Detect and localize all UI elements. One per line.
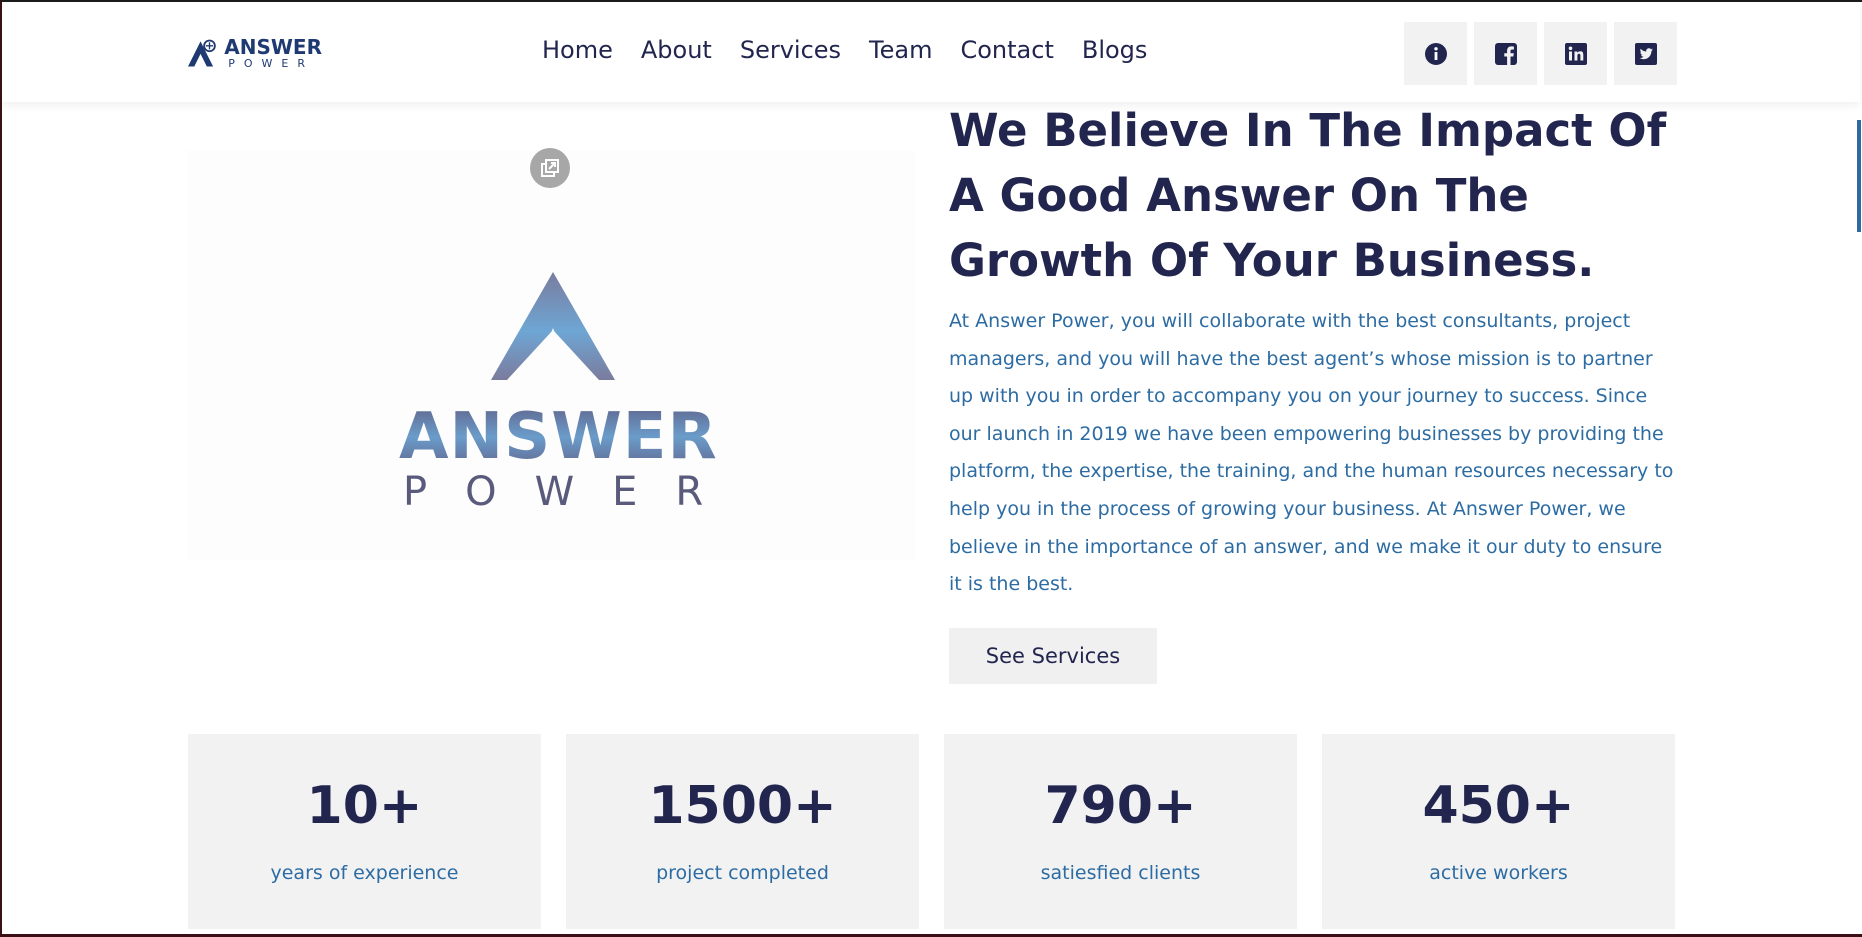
hero-logo-word: ANSWER [399,400,718,474]
facebook-button[interactable] [1474,22,1537,85]
stat-card: 790+ satiesfied clients [944,734,1297,929]
hero-logo-mark [491,272,615,380]
stat-value: 1500+ [648,776,837,836]
stat-card: 10+ years of experience [188,734,541,929]
facebook-icon [1494,42,1517,65]
linkedin-icon [1564,42,1587,65]
site-header: ANSWER POWER Home About Services Team Co… [2,2,1860,102]
nav-about[interactable]: About [641,36,712,64]
stats-section: 10+ years of experience 1500+ project co… [188,734,1675,929]
stat-value: 790+ [1044,776,1197,836]
linkedin-button[interactable] [1544,22,1607,85]
hero-description: At Answer Power, you will collaborate wi… [949,310,1674,596]
stat-value: 450+ [1422,776,1575,836]
logo-mark-icon [188,39,216,67]
hero-title: We Believe In The Impact Of A Good Answe… [949,104,1667,287]
nav-services[interactable]: Services [740,36,841,64]
external-link-icon [541,159,559,177]
stat-card: 450+ active workers [1322,734,1675,929]
stat-label: years of experience [270,862,459,884]
info-button[interactable] [1404,22,1467,85]
scrollbar-thumb[interactable] [1857,120,1861,232]
nav-contact[interactable]: Contact [960,36,1053,64]
social-links [1404,22,1677,85]
twitter-icon [1634,42,1657,65]
stat-label: project completed [656,862,829,884]
stat-label: satiesfied clients [1040,862,1201,884]
external-link-button[interactable] [530,148,570,188]
logo-subword: POWER [228,57,315,70]
nav-team[interactable]: Team [869,36,932,64]
stat-card: 1500+ project completed [566,734,919,929]
twitter-button[interactable] [1614,22,1677,85]
nav-home[interactable]: Home [542,36,613,64]
site-logo[interactable]: ANSWER POWER [188,34,322,72]
logo-word: ANSWER [224,35,322,59]
hero-logo-subword: POWER [403,469,742,515]
info-icon [1424,42,1447,65]
stat-value: 10+ [306,776,423,836]
see-services-button[interactable]: See Services [949,628,1157,684]
nav-blogs[interactable]: Blogs [1082,36,1148,64]
main-nav: Home About Services Team Contact Blogs [542,36,1147,64]
stat-label: active workers [1429,862,1568,884]
